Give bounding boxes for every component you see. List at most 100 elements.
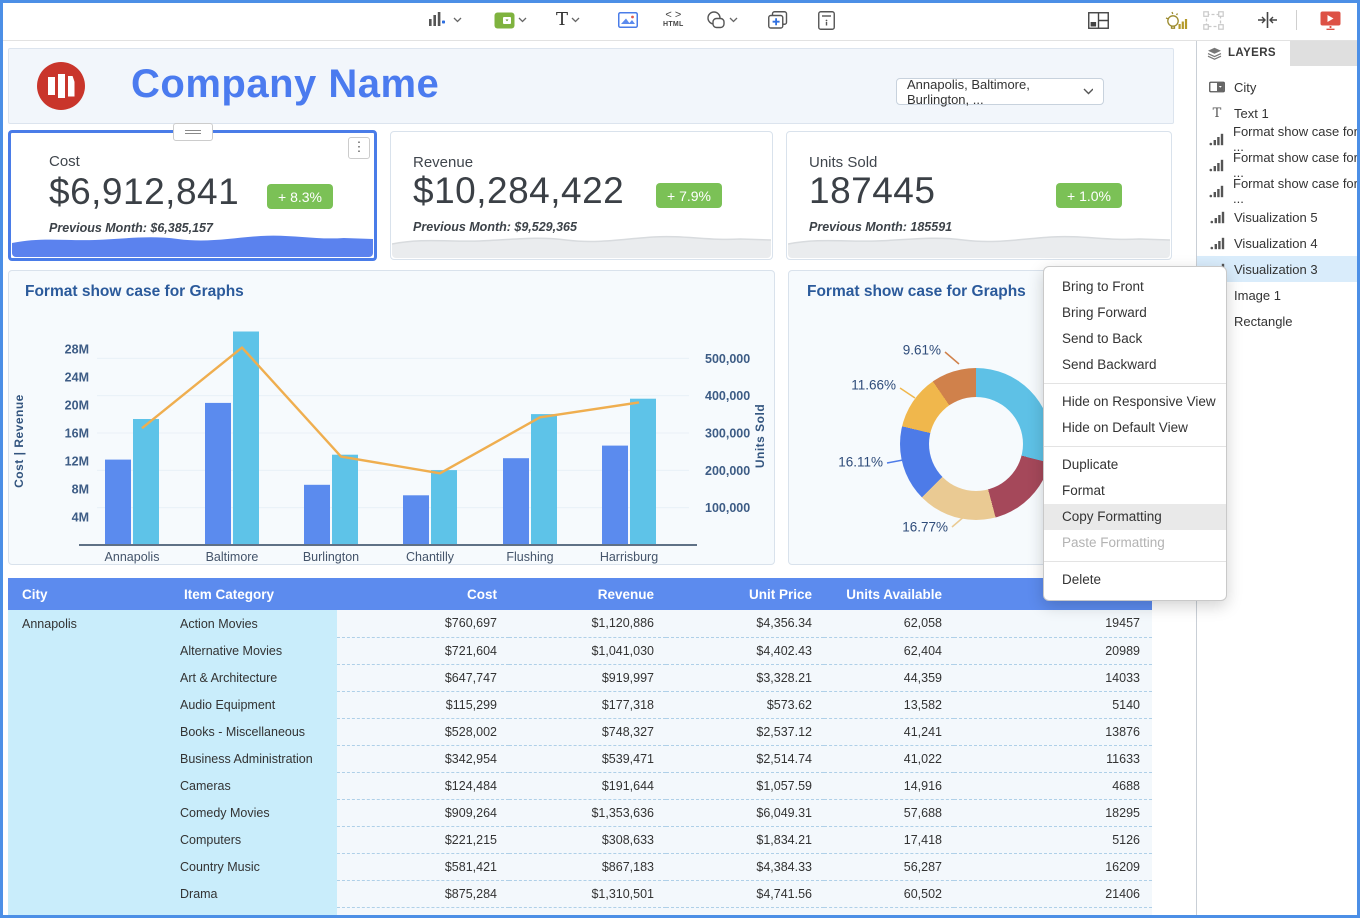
svg-text:500,000: 500,000 (705, 352, 750, 366)
value-cell: 13876 (954, 718, 1152, 745)
kpi-value: 187445 (809, 170, 935, 212)
value-cell: $875,284 (337, 880, 509, 907)
value-cell: $115,299 (337, 691, 509, 718)
value-cell: $3,328.21 (666, 664, 824, 691)
group-objects-icon[interactable] (1203, 8, 1224, 32)
column-header-city[interactable]: City (8, 578, 170, 610)
svg-text:Annapolis: Annapolis (105, 550, 160, 564)
kpi-card-units-sold[interactable]: Units Sold 187445 + 1.0% Previous Month:… (786, 131, 1172, 260)
menu-item-copy-formatting[interactable]: Copy Formatting (1044, 504, 1226, 530)
chart-icon (1209, 237, 1225, 250)
value-cell: $4,741.56 (666, 880, 824, 907)
menu-item-hide-on-default-view[interactable]: Hide on Default View (1044, 415, 1226, 441)
data-table-widget[interactable]: CityItem CategoryCostRevenueUnit PriceUn… (8, 578, 1152, 915)
svg-text:Cost | Revenue: Cost | Revenue (12, 394, 26, 488)
value-cell: 17,418 (824, 826, 954, 853)
value-cell: $1,834.21 (666, 826, 824, 853)
city-filter-dropdown[interactable]: Annapolis, Baltimore, Burlington, ... (896, 78, 1104, 105)
drag-handle[interactable] (173, 123, 213, 141)
layer-label: Visualization 3 (1234, 262, 1318, 277)
svg-text:Harrisburg: Harrisburg (600, 550, 658, 564)
column-header-item-category[interactable]: Item Category (170, 578, 337, 610)
layer-item-format-show-case-for[interactable]: Format show case for ... (1197, 178, 1360, 204)
layer-item-city[interactable]: City (1197, 74, 1360, 100)
svg-text:Chantilly: Chantilly (406, 550, 455, 564)
layer-item-format-show-case-for[interactable]: Format show case for ... (1197, 152, 1360, 178)
item-category-cell: Art & Architecture (170, 664, 337, 691)
value-cell: $539,471 (509, 745, 666, 772)
menu-item-format[interactable]: Format (1044, 478, 1226, 504)
value-cell: $4,384.33 (666, 853, 824, 880)
layer-item-visualization-4[interactable]: Visualization 4 (1197, 230, 1360, 256)
layer-item-visualization-5[interactable]: Visualization 5 (1197, 204, 1360, 230)
svg-text:100,000: 100,000 (705, 501, 750, 515)
chevron-down-icon (518, 17, 527, 23)
kpi-value: $10,284,422 (413, 170, 624, 212)
kpi-card-cost[interactable]: ⋮ Cost $6,912,841 + 8.3% Previous Month:… (8, 130, 377, 261)
layer-item-format-show-case-for[interactable]: Format show case for ... (1197, 126, 1360, 152)
duplicate-widget-icon[interactable] (768, 8, 788, 32)
dashboard-header[interactable]: Company Name Annapolis, Baltimore, Burli… (8, 48, 1174, 124)
combo-chart-card[interactable]: 4M8M12M16M20M24M28M100,000200,000300,000… (8, 270, 775, 565)
menu-item-duplicate[interactable]: Duplicate (1044, 452, 1226, 478)
layer-item-text-1[interactable]: TText 1 (1197, 100, 1360, 126)
svg-text:4M: 4M (72, 511, 89, 525)
context-menu: Bring to FrontBring ForwardSend to BackS… (1043, 266, 1227, 601)
value-cell: $748,327 (509, 718, 666, 745)
value-cell: $721,604 (337, 637, 509, 664)
city-filter-value: Annapolis, Baltimore, Burlington, ... (907, 77, 1083, 107)
menu-item-send-backward[interactable]: Send Backward (1044, 352, 1226, 378)
value-cell: 56,287 (824, 853, 954, 880)
item-category-cell: Cameras (170, 772, 337, 799)
layers-tab[interactable]: LAYERS (1197, 40, 1290, 66)
svg-text:16M: 16M (65, 427, 89, 441)
table-row: Computers$221,215$308,633$1,834.2117,418… (8, 826, 1152, 853)
svg-text:400,000: 400,000 (705, 389, 750, 403)
menu-group: Bring to FrontBring ForwardSend to BackS… (1044, 269, 1226, 384)
layer-label: Format show case for ... (1233, 176, 1360, 206)
value-cell: $308,633 (509, 826, 666, 853)
column-header-unit-price[interactable]: Unit Price (666, 578, 824, 610)
value-cell: 20989 (954, 637, 1152, 664)
more-options-icon[interactable]: ⋮ (348, 137, 370, 159)
menu-item-send-to-back[interactable]: Send to Back (1044, 326, 1226, 352)
kpi-card-revenue[interactable]: Revenue $10,284,422 + 7.9% Previous Mont… (390, 131, 773, 260)
value-cell: 19457 (954, 610, 1152, 637)
menu-item-bring-to-front[interactable]: Bring to Front (1044, 274, 1226, 300)
fit-width-icon[interactable] (1257, 8, 1278, 32)
column-header-cost[interactable]: Cost (337, 578, 509, 610)
insert-shape-icon[interactable] (706, 8, 738, 32)
value-cell: $909,264 (337, 799, 509, 826)
value-cell: 41,022 (824, 745, 954, 772)
insert-chart-icon[interactable] (428, 8, 462, 32)
value-cell: 18295 (954, 799, 1152, 826)
insights-icon[interactable] (1164, 8, 1188, 32)
value-cell: $124,484 (337, 772, 509, 799)
menu-group: DuplicateFormatCopy FormattingPaste Form… (1044, 447, 1226, 562)
value-cell: 13,582 (824, 691, 954, 718)
column-header-units-available[interactable]: Units Available (824, 578, 954, 610)
value-cell: $867,183 (509, 853, 666, 880)
insert-image-icon[interactable] (618, 8, 638, 32)
item-category-cell: Country Music (170, 853, 337, 880)
value-cell: 5126 (954, 826, 1152, 853)
value-cell: $1,041,030 (509, 637, 666, 664)
value-cell: $221,215 (337, 826, 509, 853)
donut-slice-label: 11.66% (851, 378, 896, 393)
insert-widget-icon[interactable] (494, 8, 527, 32)
kpi-sparkline-area (12, 227, 373, 257)
present-icon[interactable] (1320, 8, 1341, 32)
insert-text-icon[interactable]: T (556, 8, 580, 32)
table-row: Books - Miscellaneous$528,002$748,327$2,… (8, 718, 1152, 745)
menu-item-bring-forward[interactable]: Bring Forward (1044, 300, 1226, 326)
insert-html-icon[interactable]: < >HTML (663, 8, 684, 32)
value-cell: $342,954 (337, 745, 509, 772)
svg-text:28M: 28M (65, 343, 89, 357)
menu-item-delete[interactable]: Delete (1044, 567, 1226, 593)
value-cell: 62,404 (824, 637, 954, 664)
column-header-revenue[interactable]: Revenue (509, 578, 666, 610)
insert-container-icon[interactable] (818, 8, 835, 32)
layout-icon[interactable] (1088, 8, 1109, 32)
menu-item-hide-on-responsive-view[interactable]: Hide on Responsive View (1044, 389, 1226, 415)
value-cell: $6,049.31 (666, 799, 824, 826)
